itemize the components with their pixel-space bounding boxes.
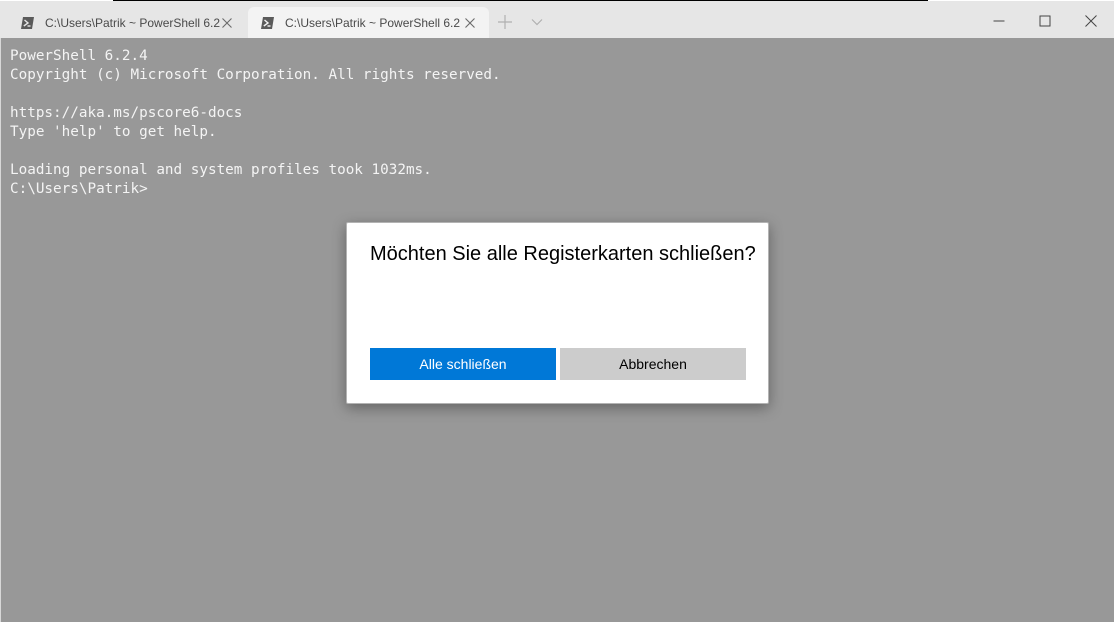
powershell-icon	[261, 16, 274, 29]
terminal-prompt: C:\Users\Patrik>	[10, 181, 148, 197]
plus-icon[interactable]	[496, 13, 514, 31]
terminal-line: Copyright (c) Microsoft Corporation. All…	[10, 67, 501, 83]
close-icon[interactable]	[220, 16, 234, 30]
terminal-line: Loading personal and system profiles too…	[10, 162, 432, 178]
cancel-button[interactable]: Abbrechen	[560, 348, 746, 380]
terminal-line: https://aka.ms/pscore6-docs	[10, 105, 243, 121]
close-icon	[1085, 15, 1097, 27]
close-window-button[interactable]	[1068, 9, 1114, 33]
terminal-line: PowerShell 6.2.4	[10, 48, 148, 64]
tab-title: C:\Users\Patrik ~ PowerShell 6.2	[45, 15, 220, 30]
minimize-button[interactable]	[976, 9, 1022, 33]
minimize-icon	[993, 20, 1005, 22]
tab-bar: C:\Users\Patrik ~ PowerShell 6.2 C:\User…	[0, 1, 1114, 38]
tab-powershell-1[interactable]: C:\Users\Patrik ~ PowerShell 6.2	[8, 7, 246, 38]
tab-powershell-2[interactable]: C:\Users\Patrik ~ PowerShell 6.2	[248, 7, 489, 38]
terminal-line: Type 'help' to get help.	[10, 124, 217, 140]
chevron-down-icon[interactable]	[530, 15, 544, 29]
close-all-button[interactable]: Alle schließen	[370, 348, 556, 380]
dialog-title: Möchten Sie alle Registerkarten schließe…	[370, 243, 756, 265]
maximize-button[interactable]	[1022, 9, 1068, 33]
tab-title: C:\Users\Patrik ~ PowerShell 6.2	[285, 15, 461, 30]
maximize-icon	[1039, 15, 1051, 27]
close-all-tabs-dialog: Möchten Sie alle Registerkarten schließe…	[346, 222, 769, 404]
powershell-icon	[21, 16, 34, 29]
close-icon[interactable]	[463, 16, 477, 30]
